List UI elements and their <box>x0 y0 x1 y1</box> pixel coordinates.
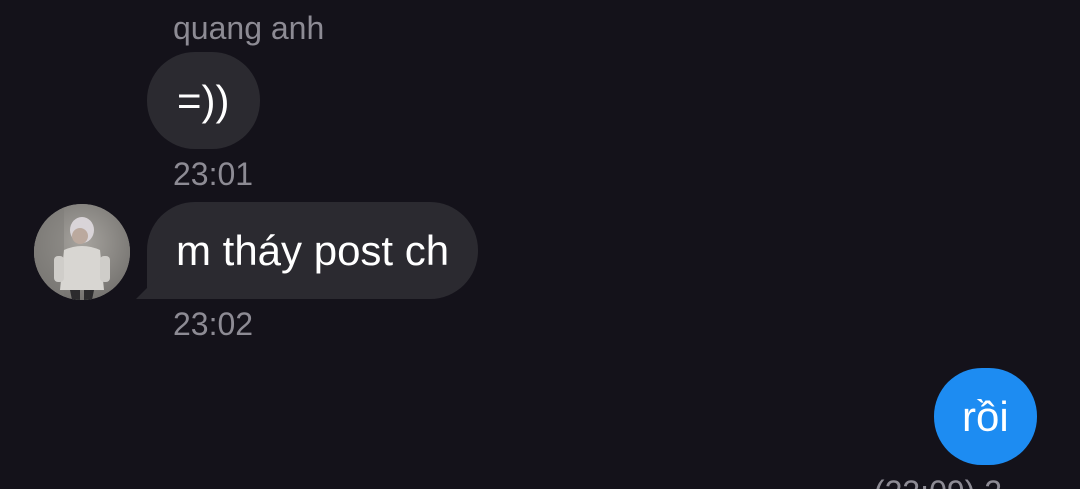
message-text: rồi <box>962 392 1009 440</box>
incoming-message-bubble[interactable]: m tháy post ch <box>136 202 479 299</box>
sender-name: quang anh <box>173 10 325 46</box>
outgoing-message-bubble[interactable]: rồi <box>934 368 1037 465</box>
message-text: =)) <box>177 76 230 124</box>
message-timestamp: 23:02 <box>173 306 254 342</box>
message-timestamp: 23:01 <box>173 156 254 192</box>
message-text: m tháy post ch <box>176 226 450 274</box>
message-status: (23:09) 2 <box>874 474 1002 489</box>
avatar-photo-icon <box>34 204 130 300</box>
bubble-tail <box>136 275 160 299</box>
sender-avatar[interactable] <box>34 204 130 300</box>
chat-screen: quang anh =)) 23:01 m tháy post ch 23:02… <box>0 0 1080 489</box>
incoming-message-bubble[interactable]: =)) <box>147 52 260 149</box>
